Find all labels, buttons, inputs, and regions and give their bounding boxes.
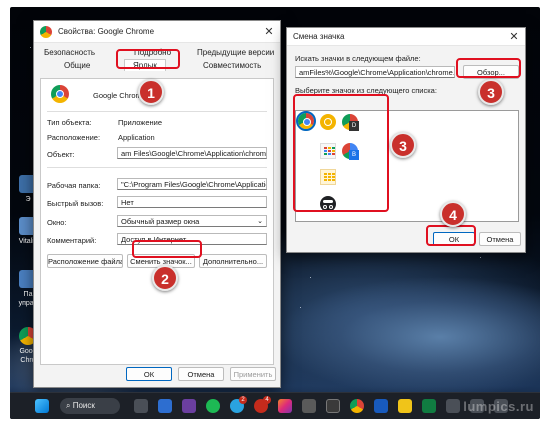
tab-security[interactable]: Безопасность (44, 48, 95, 57)
app-icon[interactable] (446, 399, 460, 413)
type-label: Тип объекта: (47, 118, 92, 127)
app-icon[interactable] (182, 399, 196, 413)
hotkey-field[interactable]: Нет (117, 196, 267, 208)
hotkey-label: Быстрый вызов: (47, 199, 104, 208)
tab-compatibility[interactable]: Совместимость (203, 61, 261, 70)
location-label: Расположение: (47, 133, 101, 142)
apply-button[interactable]: Применить (230, 367, 276, 381)
windows-start-icon[interactable] (35, 399, 49, 413)
highlight-icon-list (293, 94, 389, 212)
instagram-icon[interactable] (278, 399, 292, 413)
properties-titlebar[interactable]: Свойства: Google Chrome ✕ (34, 21, 280, 43)
step-badge-4: 4 (440, 201, 466, 227)
task-view-icon[interactable] (134, 399, 148, 413)
properties-title: Свойства: Google Chrome (58, 27, 155, 36)
icon-path-field[interactable]: amFiles%\Google\Chrome\Application\chrom… (295, 66, 455, 78)
cancel-button[interactable]: Отмена (178, 367, 224, 381)
chrome-icon[interactable] (350, 399, 364, 413)
excel-icon[interactable] (422, 399, 436, 413)
taskbar-search-label: Поиск (72, 401, 95, 410)
close-icon[interactable]: ✕ (258, 25, 280, 38)
calculator-icon[interactable] (158, 399, 172, 413)
highlight-browse-button (456, 58, 521, 78)
window-select[interactable]: Обычный размер окна ⌄ (117, 215, 267, 227)
tab-previous-versions[interactable]: Предыдущие версии (197, 48, 274, 57)
watermark: lumpics.ru (463, 399, 534, 414)
shortcut-panel: Google Chrome Тип объекта: Приложение Ра… (40, 78, 274, 365)
step-badge-3-browse: 3 (478, 79, 504, 105)
notification-badge: 2 (239, 396, 247, 404)
window-select-value: Обычный размер окна (121, 217, 200, 226)
cancel-button[interactable]: Отмена (479, 232, 521, 246)
spotify-icon[interactable] (206, 399, 220, 413)
app-icon[interactable] (326, 399, 340, 413)
taskbar-search[interactable]: ⌕ Поиск (60, 398, 120, 414)
chevron-down-icon: ⌄ (257, 218, 263, 225)
target-label: Объект: (47, 150, 75, 159)
file-explorer-icon[interactable] (398, 399, 412, 413)
window-label: Окно: (47, 218, 67, 227)
comment-label: Комментарий: (47, 236, 97, 245)
highlight-shortcut-tab (116, 49, 180, 69)
close-icon[interactable]: ✕ (503, 30, 525, 43)
properties-window: Свойства: Google Chrome ✕ Безопасность П… (33, 20, 281, 388)
step-badge-2: 2 (152, 265, 178, 291)
advanced-button[interactable]: Дополнительно... (199, 254, 267, 268)
tab-general[interactable]: Общие (64, 61, 90, 70)
location-value: Application (118, 133, 155, 142)
desktop-item-label: Э (25, 196, 31, 203)
chrome-icon (40, 25, 52, 38)
highlight-change-icon-button (132, 240, 202, 258)
open-file-location-button[interactable]: Расположение файла (47, 254, 123, 268)
search-icon: ⌕ (66, 401, 71, 410)
word-icon[interactable] (374, 399, 388, 413)
app-icon[interactable] (302, 399, 316, 413)
workdir-label: Рабочая папка: (47, 181, 101, 190)
change-icon-title: Смена значка (293, 32, 345, 41)
screenshot-frame: Э Vitaliy Па управ Goog Chro Свойства: G… (10, 7, 540, 419)
highlight-ok-button (426, 225, 476, 246)
ok-button[interactable]: ОК (126, 367, 172, 381)
workdir-field[interactable]: "C:\Program Files\Google\Chrome\Applicat… (117, 178, 267, 190)
change-icon-titlebar[interactable]: Смена значка ✕ (287, 28, 525, 46)
notification-badge: 4 (263, 396, 271, 404)
step-badge-1: 1 (138, 79, 164, 105)
divider (47, 111, 267, 112)
search-file-label: Искать значки в следующем файле: (295, 54, 421, 63)
step-badge-3-icons: 3 (390, 132, 416, 158)
target-field[interactable]: am Files\Google\Chrome\Application\chrom… (117, 147, 267, 159)
type-value: Приложение (118, 118, 162, 127)
taskbar: ⌕ Поиск 2 4 (10, 392, 540, 419)
divider (47, 167, 267, 168)
chrome-icon (51, 85, 69, 103)
